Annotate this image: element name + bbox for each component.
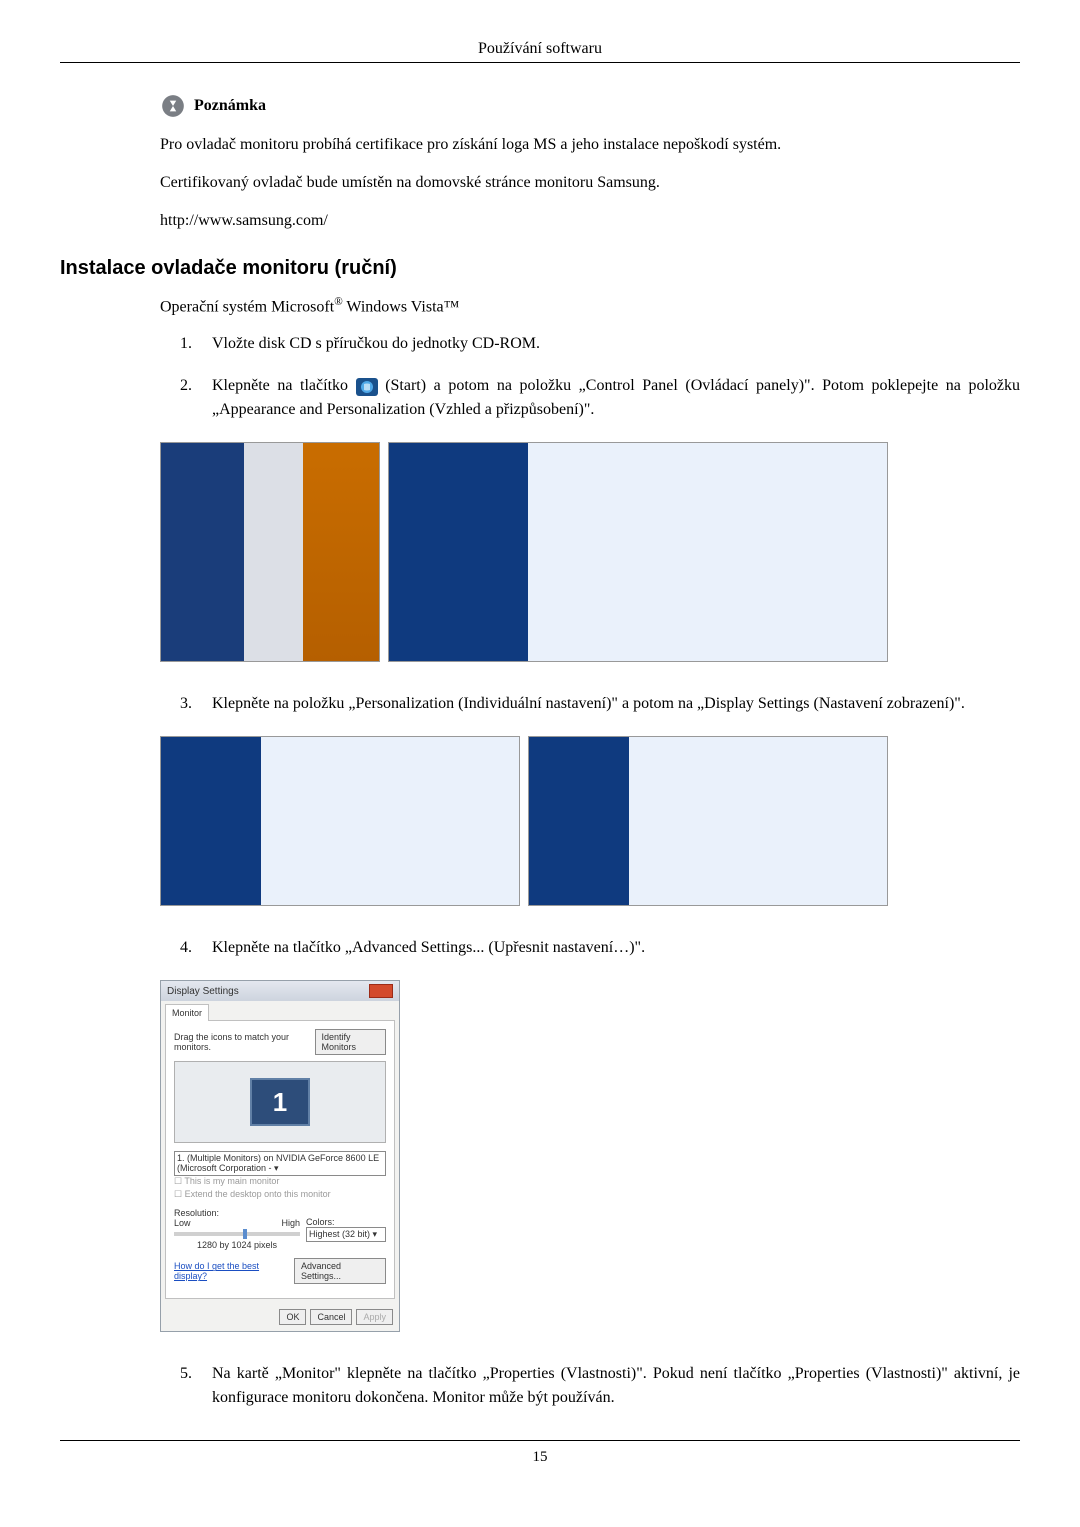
note-block: Poznámka Pro ovladač monitoru probíhá ce… [160,93,1020,233]
step-3: 3. Klepněte na položku „Personalization … [180,692,1020,716]
monitor-icon[interactable]: 1 [250,1078,310,1126]
colors-label: Colors: [306,1217,386,1227]
extend-desktop-checkbox: ☐ Extend the desktop onto this monitor [174,1189,386,1200]
section-heading: Instalace ovladače monitoru (ruční) [60,257,1020,280]
reg-mark: ® [334,296,343,308]
steps-list-5: 5. Na kartě „Monitor" klepněte na tlačít… [180,1362,1020,1410]
dialog-titlebar: Display Settings [161,981,399,1001]
dialog-footer: OK Cancel Apply [161,1303,399,1331]
cancel-button[interactable]: Cancel [310,1309,352,1325]
dialog-body: Drag the icons to match your monitors. I… [165,1020,395,1299]
note-header: Poznámka [160,93,1020,119]
slider-low: Low [174,1218,191,1228]
colors-select[interactable]: Highest (32 bit) ▾ [306,1227,386,1242]
step-5-text: Na kartě „Monitor" klepněte na tlačítko … [212,1362,1020,1410]
step-4: 4. Klepněte na tlačítko „Advanced Settin… [180,936,1020,960]
drag-text: Drag the icons to match your monitors. [174,1032,309,1052]
note-body: Pro ovladač monitoru probíhá certifikace… [160,133,1020,233]
monitor-selector[interactable]: 1. (Multiple Monitors) on NVIDIA GeForce… [174,1151,386,1176]
control-panel-screenshot [388,442,888,662]
intro-mid: Windows Vista [343,298,444,315]
res-colors-row: Resolution: Low High 1280 by 1024 pixels… [174,1208,386,1250]
note-p1: Pro ovladač monitoru probíhá certifikace… [160,133,1020,157]
slider-high: High [281,1218,300,1228]
step-2-num: 2. [180,374,212,422]
step-1-num: 1. [180,332,212,356]
resolution-label: Resolution: [174,1208,300,1218]
ok-button[interactable]: OK [279,1309,306,1325]
start-menu-screenshot [160,442,380,662]
step-5-num: 5. [180,1362,212,1410]
note-icon [160,93,186,119]
dialog-title: Display Settings [167,986,239,997]
note-url: http://www.samsung.com/ [160,209,1020,233]
help-link[interactable]: How do I get the best display? [174,1261,288,1281]
step-2-a: Klepněte na tlačítko [212,377,356,394]
header-rule [60,62,1020,63]
step-1: 1. Vložte disk CD s příručkou do jednotk… [180,332,1020,356]
slider-thumb-icon[interactable] [243,1229,247,1239]
step-3-text: Klepněte na položku „Personalization (In… [212,692,1020,716]
resolution-slider[interactable] [174,1232,300,1236]
colors-block: Colors: Highest (32 bit) ▾ [306,1217,386,1242]
monitor-preview: 1 [174,1061,386,1143]
footer-rule [60,1440,1020,1441]
step-4-num: 4. [180,936,212,960]
page-header-title: Používání softwaru [60,40,1020,58]
resolution-value: 1280 by 1024 pixels [174,1240,300,1250]
note-p2: Certifikovaný ovladač bude umístěn na do… [160,171,1020,195]
os-intro: Operační systém Microsoft® Windows Vista… [160,296,1020,316]
step-1-text: Vložte disk CD s příručkou do jednotky C… [212,332,1020,356]
resolution-block: Resolution: Low High 1280 by 1024 pixels [174,1208,300,1250]
tm-mark: ™ [444,298,460,315]
slider-labels: Low High [174,1218,300,1228]
start-orb-icon [356,378,378,396]
advanced-settings-button[interactable]: Advanced Settings... [294,1258,386,1284]
step-2-text: Klepněte na tlačítko (Start) a potom na … [212,374,1020,422]
monitor-tab[interactable]: Monitor [165,1004,209,1021]
drag-row: Drag the icons to match your monitors. I… [174,1029,386,1055]
step-3-num: 3. [180,692,212,716]
identify-monitors-button[interactable]: Identify Monitors [315,1029,386,1055]
display-settings-dialog: Display Settings Monitor Drag the icons … [160,980,400,1332]
display-settings-screenshot: Display Settings Monitor Drag the icons … [160,980,1020,1332]
close-icon[interactable] [369,984,393,998]
steps-list: 1. Vložte disk CD s příručkou do jednotk… [180,332,1020,422]
apply-button: Apply [356,1309,393,1325]
screenshot-row-1 [160,442,1020,662]
page-number: 15 [60,1449,1020,1466]
steps-list-3: 3. Klepněte na položku „Personalization … [180,692,1020,716]
personalization-screenshot-2 [528,736,888,906]
note-label: Poznámka [194,97,266,115]
intro-pre: Operační systém Microsoft [160,298,334,315]
main-monitor-checkbox: ☐ This is my main monitor [174,1176,386,1187]
personalization-screenshot-1 [160,736,520,906]
screenshot-row-2 [160,736,1020,906]
step-4-text: Klepněte na tlačítko „Advanced Settings.… [212,936,1020,960]
step-5: 5. Na kartě „Monitor" klepněte na tlačít… [180,1362,1020,1410]
step-2: 2. Klepněte na tlačítko (Start) a potom … [180,374,1020,422]
help-adv-row: How do I get the best display? Advanced … [174,1258,386,1284]
steps-list-4: 4. Klepněte na tlačítko „Advanced Settin… [180,936,1020,960]
